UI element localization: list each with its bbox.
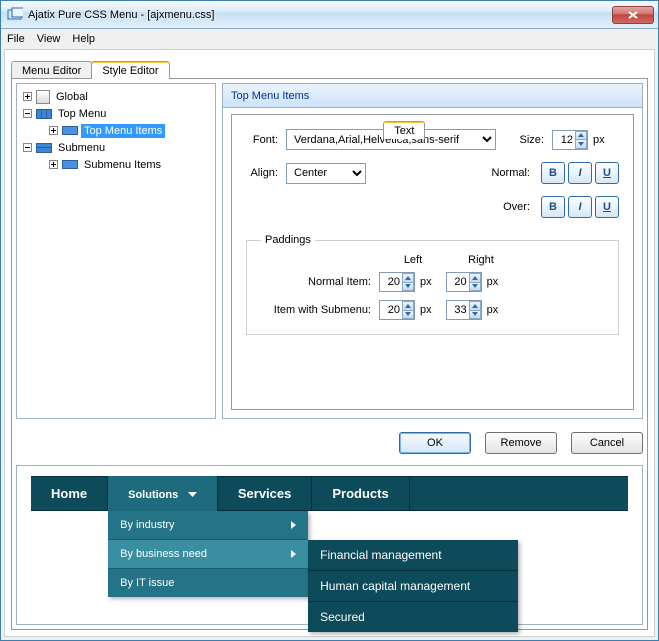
preview-item-services[interactable]: Services [218, 476, 313, 511]
menu-preview: Home Solutions By industry By business n… [16, 465, 643, 625]
sub-left-spinner[interactable] [379, 300, 415, 320]
unit-px: px [487, 276, 499, 288]
sub2-hcm[interactable]: Human capital management [308, 570, 518, 601]
preview-submenu: By industry By business need Financial m… [108, 511, 308, 597]
unit-px: px [487, 304, 499, 316]
preview-item-solutions[interactable]: Solutions By industry By business need F… [108, 476, 218, 511]
menu-help[interactable]: Help [72, 33, 95, 45]
menu-view[interactable]: View [37, 33, 61, 45]
tree-label-topmenuitems: Top Menu Items [81, 124, 165, 138]
submenu-icon [36, 143, 52, 153]
paddings-fieldset: Paddings Left Right Normal Item: px px [246, 234, 619, 335]
main-tab-body: Global Top Menu Top Menu Items Submenu [11, 78, 648, 630]
preview-submenu2: Financial management Human capital manag… [308, 540, 518, 632]
underline-over-button[interactable]: U [595, 196, 619, 218]
paddings-legend: Paddings [261, 234, 315, 246]
global-icon [36, 90, 50, 104]
remove-button[interactable]: Remove [485, 432, 557, 454]
close-button[interactable] [612, 6, 654, 24]
underline-normal-button[interactable]: U [595, 162, 619, 184]
spinner-buttons[interactable] [575, 131, 587, 149]
tree-label-submenuitems: Submenu Items [81, 158, 164, 172]
tree-label-submenu: Submenu [55, 141, 108, 155]
preview-item-products[interactable]: Products [312, 476, 409, 511]
unit-px: px [420, 276, 432, 288]
chevron-down-icon [188, 489, 197, 501]
submenu-item-label: Item with Submenu: [261, 304, 379, 316]
menubar: File View Help [1, 29, 658, 49]
align-select[interactable]: Center [286, 163, 366, 184]
tree-submenu[interactable]: Submenu [19, 139, 213, 156]
text-panel: Font: Verdana,Arial,Helvetica,sans-serif… [231, 114, 634, 410]
tree-label-topmenu: Top Menu [55, 107, 109, 121]
padding-left-label: Left [379, 254, 447, 266]
twisty-icon[interactable] [21, 91, 33, 103]
main-tabstrip: Menu Editor Style Editor [11, 56, 648, 78]
chevron-right-icon [291, 550, 296, 558]
titlebar[interactable]: Ajatix Pure CSS Menu - [ajxmenu.css] [1, 1, 658, 29]
over-style-label: Over: [503, 201, 538, 213]
bold-normal-button[interactable]: B [541, 162, 565, 184]
tab-menu-editor[interactable]: Menu Editor [11, 61, 92, 79]
menu-item-icon [62, 160, 78, 169]
padding-right-label: Right [447, 254, 515, 266]
sub2-secured[interactable]: Secured [308, 601, 518, 632]
client-area: Menu Editor Style Editor Global Top Menu [4, 49, 655, 637]
normal-style-label: Normal: [491, 167, 538, 179]
window-title: Ajatix Pure CSS Menu - [ajxmenu.css] [28, 9, 612, 21]
font-size-spinner[interactable] [552, 130, 588, 150]
normal-left-spinner[interactable] [379, 272, 415, 292]
sub-by-business-need[interactable]: By business need Financial management Hu… [108, 539, 308, 568]
preview-top-menu: Home Solutions By industry By business n… [31, 476, 628, 511]
app-window: Ajatix Pure CSS Menu - [ajxmenu.css] Fil… [0, 0, 659, 641]
right-panel-heading: Top Menu Items [223, 84, 642, 108]
italic-over-button[interactable]: I [568, 196, 592, 218]
twisty-icon[interactable] [47, 125, 59, 137]
tab-style-editor[interactable]: Style Editor [91, 61, 169, 79]
dialog-button-row: OK Remove Cancel [399, 432, 643, 454]
twisty-icon[interactable] [47, 159, 59, 171]
chevron-right-icon [291, 521, 296, 529]
menu-item-icon [62, 126, 78, 135]
close-icon [628, 11, 638, 19]
app-icon [7, 7, 23, 23]
sub-right-spinner[interactable] [446, 300, 482, 320]
preview-item-home[interactable]: Home [31, 476, 108, 511]
cancel-button[interactable]: Cancel [571, 432, 643, 454]
size-unit: px [593, 134, 605, 146]
size-label: Size: [496, 134, 552, 146]
normal-right-spinner[interactable] [446, 272, 482, 292]
bold-over-button[interactable]: B [541, 196, 565, 218]
sub-by-it-issue[interactable]: By IT issue [108, 568, 308, 597]
unit-px: px [420, 304, 432, 316]
font-label: Font: [246, 134, 286, 146]
tree-global[interactable]: Global [19, 88, 213, 105]
tree-top-menu[interactable]: Top Menu [19, 105, 213, 122]
normal-item-label: Normal Item: [261, 276, 379, 288]
top-menu-icon [36, 109, 52, 119]
sub-by-industry[interactable]: By industry [108, 511, 308, 539]
tab-text[interactable]: Text [383, 121, 425, 139]
style-tree[interactable]: Global Top Menu Top Menu Items Submenu [16, 83, 216, 419]
menu-file[interactable]: File [7, 33, 25, 45]
ok-button[interactable]: OK [399, 432, 471, 454]
align-label: Align: [246, 167, 286, 179]
tree-label-global: Global [53, 90, 91, 104]
tree-submenu-items[interactable]: Submenu Items [19, 156, 213, 173]
italic-normal-button[interactable]: I [568, 162, 592, 184]
tree-top-menu-items[interactable]: Top Menu Items [19, 122, 213, 139]
twisty-icon[interactable] [21, 142, 33, 154]
right-panel: Top Menu Items Size Colors Images Text F… [222, 83, 643, 419]
preview-item-solutions-label: Solutions [128, 489, 178, 501]
sub2-financial[interactable]: Financial management [308, 540, 518, 570]
twisty-icon[interactable] [21, 108, 33, 120]
